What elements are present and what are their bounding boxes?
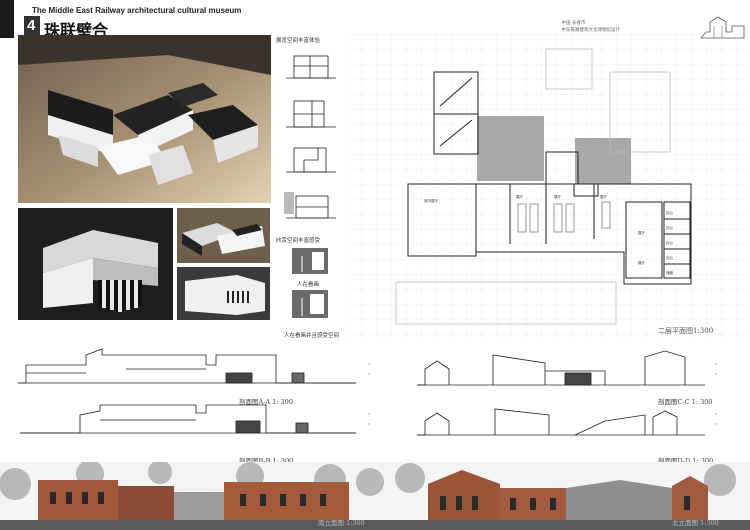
space-diagrams — [284, 55, 336, 219]
corner-block — [0, 0, 14, 38]
section-cc-caption: 剖面图C-C 1: 300 — [658, 398, 713, 406]
svg-text:展厅: 展厅 — [638, 260, 646, 265]
elevation-render — [0, 462, 750, 530]
floor-plan: 室内展厅 展厅 展厅 展厅 展厅 展厅 办公 办公 办公 办公 储藏 — [346, 34, 746, 340]
svg-text:▽: ▽ — [715, 422, 718, 426]
model-photo-main-art — [18, 35, 271, 203]
svg-text:办公: 办公 — [666, 210, 674, 215]
svg-text:▽: ▽ — [368, 412, 371, 416]
diagram-caption-person: 人在看画 — [297, 282, 320, 288]
svg-text:展厅: 展厅 — [516, 194, 524, 199]
svg-text:办公: 办公 — [666, 225, 674, 230]
title-english: The Middle East Railway architectural cu… — [32, 6, 242, 15]
diagram-caption-mid: 欣赏空间丰富感受 — [276, 238, 321, 244]
model-photo-dark — [18, 208, 173, 320]
svg-text:储藏: 储藏 — [666, 270, 674, 275]
svg-text:▽: ▽ — [715, 362, 718, 366]
project-info-line2: 中东铁路建筑文化博物馆设计 — [561, 28, 621, 33]
svg-text:▽: ▽ — [715, 372, 718, 376]
svg-text:办公: 办公 — [666, 255, 674, 260]
svg-text:办公: 办公 — [666, 240, 674, 245]
svg-text:▽: ▽ — [715, 412, 718, 416]
svg-text:▽: ▽ — [368, 372, 371, 376]
section-aa-caption: 剖面图A-A 1: 300 — [239, 398, 293, 406]
svg-text:展厅: 展厅 — [600, 194, 608, 199]
svg-text:室内展厅: 室内展厅 — [424, 198, 438, 203]
svg-text:▽: ▽ — [368, 362, 371, 366]
elevation-left-caption: 南立面图 1:300 — [318, 519, 365, 527]
model-photo-dark-art — [18, 208, 173, 320]
sections-left: ▽ ▽ ▽ ▽ — [18, 348, 371, 434]
svg-text:展厅: 展厅 — [554, 194, 562, 199]
model-photo-small-bottom — [177, 267, 270, 320]
diagram-caption-top: 展览空间丰富体验 — [276, 38, 321, 44]
plan-caption: 二层平面图1:300 — [658, 327, 714, 335]
model-photo-small-top — [177, 208, 270, 263]
project-info-line1: 中国 长春市 — [561, 21, 586, 26]
project-info: 中国 长春市 中东铁路建筑文化博物馆设计 — [562, 20, 621, 34]
sheet-number: 4 — [27, 17, 36, 34]
model-photo-main — [18, 35, 271, 203]
model-photo-small-bottom-art — [177, 267, 270, 320]
model-photo-small-top-art — [177, 208, 270, 263]
diagram-caption-bottom: 人在看画并且感受空间 — [284, 333, 340, 339]
elevation-right-caption: 北立面图 1:300 — [672, 519, 719, 527]
svg-text:展厅: 展厅 — [638, 230, 646, 235]
svg-text:▽: ▽ — [368, 422, 371, 426]
